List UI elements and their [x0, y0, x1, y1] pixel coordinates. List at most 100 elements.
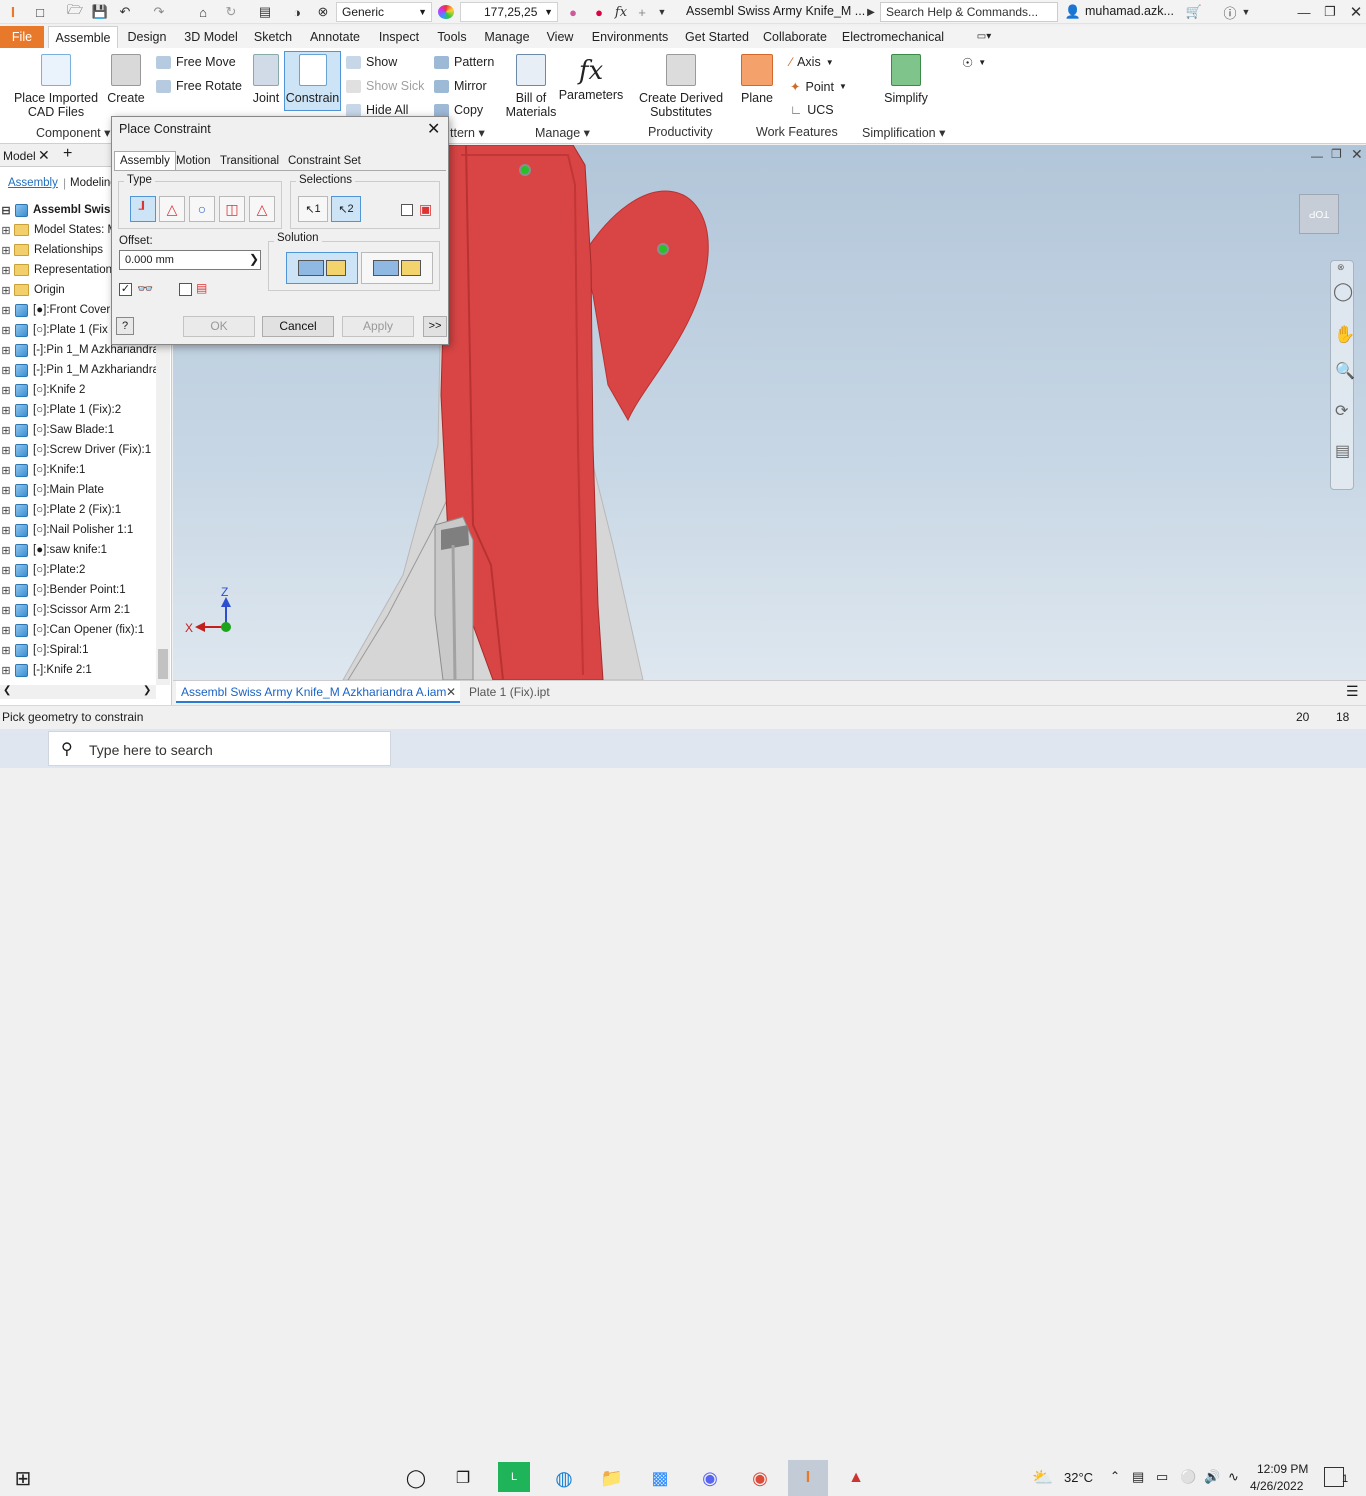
predict-offset-checkbox[interactable] [179, 283, 192, 296]
appearance-icon[interactable]: ◑ [288, 3, 306, 21]
expand-icon[interactable]: ⊞ [0, 384, 12, 397]
expand-icon[interactable]: ⊞ [0, 304, 12, 317]
pan-icon[interactable]: ✋ [1334, 325, 1355, 345]
add-browser-icon[interactable]: + [63, 145, 72, 163]
tab-file[interactable]: File [0, 26, 44, 48]
look-at-icon[interactable]: ▤ [1335, 441, 1350, 461]
expand-icon[interactable]: ⊞ [0, 504, 12, 517]
chrome-icon[interactable]: ◉ [740, 1460, 780, 1496]
undo-icon[interactable]: ↶ [116, 3, 134, 21]
pick-part-first-checkbox[interactable] [401, 204, 413, 216]
expand-icon[interactable]: ⊞ [0, 364, 12, 377]
viewport-restore-icon[interactable]: ❐ [1331, 147, 1342, 161]
new-icon[interactable]: □ [32, 3, 48, 21]
doc-tab-assembly[interactable]: Assembl Swiss Army Knife_M Azkhariandra … [176, 681, 460, 703]
viewcube[interactable]: TOP [1299, 194, 1339, 234]
dialog-tab-motion[interactable]: Motion [170, 151, 217, 171]
scroll-right-icon[interactable]: ❯ [143, 685, 151, 696]
expand-icon[interactable]: ⊞ [0, 564, 12, 577]
point-button[interactable]: ✦ Point ▼ [790, 79, 847, 95]
tab-view[interactable]: View [544, 26, 576, 48]
tray-expand-icon[interactable]: ⌃ [1110, 1469, 1120, 1483]
home-icon[interactable]: ⌂ [194, 3, 212, 21]
scrollbar-thumb[interactable] [158, 649, 168, 679]
help-dropdown-icon[interactable]: ▼ [1240, 3, 1252, 21]
tab-manage[interactable]: Manage [480, 26, 534, 48]
doc-tab-close-icon[interactable]: ✕ [446, 681, 456, 703]
panel-manage[interactable]: Manage ▾ [535, 125, 590, 140]
axis-button[interactable]: ∕ Axis ▼ [790, 55, 834, 69]
symmetry-constraint-button[interactable]: △ [249, 196, 275, 222]
create-button[interactable]: Create [106, 54, 146, 105]
zoom-icon[interactable]: 🔍 [1335, 361, 1355, 381]
angle-constraint-button[interactable]: △ [159, 196, 185, 222]
show-sick-button[interactable]: Show Sick [346, 79, 424, 93]
expand-icon[interactable]: ⊞ [0, 344, 12, 357]
mate-constraint-button[interactable]: ┚ [130, 196, 156, 222]
tree-item[interactable]: ⊞ [○]:Can Opener (fix):1 [0, 620, 170, 640]
joint-button[interactable]: Joint [248, 54, 284, 105]
expand-icon[interactable]: ⊞ [0, 424, 12, 437]
selection-1-button[interactable]: ↖ 1 [298, 196, 328, 222]
expand-icon[interactable]: ⊞ [0, 604, 12, 617]
clock-time[interactable]: 12:09 PM [1257, 1462, 1308, 1476]
tab-assemble[interactable]: Assemble [48, 26, 118, 48]
show-button[interactable]: Show [346, 55, 397, 69]
create-derived-button[interactable]: Create Derived Substitutes [636, 54, 726, 119]
tab-model[interactable]: Model [3, 149, 36, 163]
fx-icon[interactable]: fx [612, 3, 630, 21]
start-icon[interactable]: ⊞ [3, 1460, 43, 1496]
subtab-modeling[interactable]: Modeling [70, 177, 117, 189]
bom-button[interactable]: Bill of Materials [504, 54, 558, 119]
tab-annotate[interactable]: Annotate [304, 26, 366, 48]
help-icon[interactable]: ⓘ [1220, 3, 1240, 21]
task-view-icon[interactable]: ❐ [443, 1460, 483, 1496]
help-button[interactable]: ? [116, 317, 134, 335]
edge-icon[interactable]: ◍ [544, 1460, 584, 1496]
add-icon[interactable]: + [634, 3, 650, 21]
save-icon[interactable]: 💾 [92, 3, 108, 21]
restore-icon[interactable]: ❐ [1320, 3, 1340, 21]
panel-pattern[interactable]: ttern ▾ [450, 125, 485, 140]
minimize-icon[interactable]: — [1294, 3, 1314, 21]
solution-mate-button[interactable] [286, 252, 358, 284]
tree-item[interactable]: ⊞ [○]:Knife 2 [0, 380, 170, 400]
tree-item[interactable]: ⊞ [○]:Plate 2 (Fix):1 [0, 500, 170, 520]
notification-icon[interactable] [1324, 1467, 1344, 1487]
expand-icon[interactable]: ⊞ [0, 444, 12, 457]
update-icon[interactable]: ↻ [222, 3, 240, 21]
ok-button[interactable]: OK [183, 316, 255, 337]
discord-icon[interactable]: ◉ [690, 1460, 730, 1496]
nav-close-icon[interactable]: ⊗ [1337, 262, 1345, 273]
tree-item[interactable]: ⊞ [○]:Nail Polisher 1:1 [0, 520, 170, 540]
panel-simplification[interactable]: Simplification ▾ [862, 125, 945, 140]
apply-button[interactable]: Apply [342, 316, 414, 337]
more-button[interactable]: >> [423, 316, 447, 337]
dialog-tab-constraint-set[interactable]: Constraint Set [282, 151, 367, 171]
taskbar-search[interactable]: ⚲ Type here to search [48, 731, 391, 766]
expand-icon[interactable]: ⊞ [0, 584, 12, 597]
focus-icon[interactable]: ⚪ [1180, 1469, 1196, 1485]
tab-collaborate[interactable]: Collaborate [760, 26, 830, 48]
tree-item[interactable]: ⊞ [○]:Scissor Arm 2:1 [0, 600, 170, 620]
scroll-left-icon[interactable]: ❮ [3, 685, 11, 696]
simplify-button[interactable]: Simplify [876, 54, 936, 105]
panel-work-features[interactable]: Work Features [756, 125, 838, 139]
place-imported-button[interactable]: Place Imported CAD Files [10, 54, 102, 119]
tree-item[interactable]: ⊞ [○]:Plate:2 [0, 560, 170, 580]
tab-environments[interactable]: Environments [588, 26, 672, 48]
open-icon[interactable]: 🗁 [66, 2, 84, 21]
ucs-button[interactable]: ∟ UCS [790, 103, 834, 117]
tree-item[interactable]: ⊞ [○]:Saw Blade:1 [0, 420, 170, 440]
tree-item[interactable]: ⊞ [○]:Main Plate [0, 480, 170, 500]
expand-icon[interactable]: ⊞ [0, 404, 12, 417]
steering-wheel-icon[interactable]: ◯ [1333, 281, 1353, 302]
free-rotate-button[interactable]: Free Rotate [156, 79, 242, 93]
wifi-icon[interactable]: ∿ [1228, 1469, 1239, 1485]
expand-icon[interactable]: ⊞ [0, 324, 12, 337]
file-explorer-icon[interactable]: 📁 [592, 1460, 632, 1496]
panel-component[interactable]: Component ▾ [36, 125, 110, 140]
tab-tools[interactable]: Tools [434, 26, 470, 48]
tree-item[interactable]: ⊞ [○]:Knife:1 [0, 460, 170, 480]
constrain-button[interactable]: Constrain [284, 51, 341, 111]
